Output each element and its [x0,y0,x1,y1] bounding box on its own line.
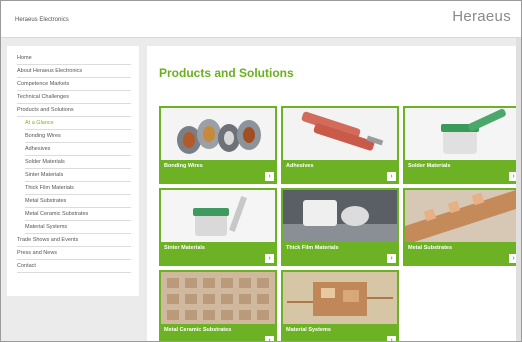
nav-item-competence-markets[interactable]: Competence Markets [17,78,131,91]
chevron-right-icon[interactable]: › [265,172,274,181]
tile-solder-materials[interactable]: Solder Materials › [403,106,521,184]
sidebar-nav: Home About Heraeus Electronics Competenc… [7,46,139,296]
brand-logo[interactable]: Heraeus [452,8,511,25]
page-title: Products and Solutions [159,66,294,80]
tile-label: Metal Substrates [408,245,453,251]
metal-substrate-strip-image [405,190,519,242]
material-system-module-image [283,272,397,324]
tile-material-systems[interactable]: Material Systems › [281,270,399,341]
nav-item-at-a-glance[interactable]: At a Glance [25,117,131,130]
nav-item-technical-challenges[interactable]: Technical Challenges [17,91,131,104]
nav-item-contact[interactable]: Contact [17,260,131,273]
nav-item-press-news[interactable]: Press and News [17,247,131,260]
sinter-paste-jar-image [161,190,275,242]
tile-adhesives[interactable]: Adhesives › [281,106,399,184]
page-header: Heraeus Electronics Heraeus [1,1,521,38]
nav-item-home[interactable]: Home [17,52,131,65]
chevron-right-icon[interactable]: › [265,254,274,263]
tile-label: Material Systems [286,327,331,333]
tile-metal-ceramic-substrates[interactable]: Metal Ceramic Substrates › [159,270,277,341]
nav-item-sinter-materials[interactable]: Sinter Materials [25,169,131,182]
tile-label: Metal Ceramic Substrates [164,327,232,333]
site-title[interactable]: Heraeus Electronics [15,17,69,23]
nav-item-solder-materials[interactable]: Solder Materials [25,156,131,169]
nav-item-metal-ceramic-substrates[interactable]: Metal Ceramic Substrates [25,208,131,221]
nav-item-thick-film-materials[interactable]: Thick Film Materials [25,182,131,195]
nav-item-trade-shows[interactable]: Trade Shows and Events [17,234,131,247]
adhesive-syringes-image [283,108,397,160]
tile-bonding-wires[interactable]: Bonding Wires › [159,106,277,184]
chevron-right-icon[interactable]: › [387,336,396,341]
nav-item-material-systems[interactable]: Material Systems [25,221,131,234]
ceramic-substrate-panel-image [161,272,275,324]
thick-film-printing-image [283,190,397,242]
nav-item-about[interactable]: About Heraeus Electronics [17,65,131,78]
main-content: Products and Solutions Bonding Wires › A… [147,46,521,341]
nav-item-products-solutions[interactable]: Products and Solutions [17,104,131,117]
nav-item-bonding-wires[interactable]: Bonding Wires [25,130,131,143]
tile-label: Thick Film Materials [286,245,339,251]
tile-label: Bonding Wires [164,163,203,169]
chevron-right-icon[interactable]: › [265,336,274,341]
nav-item-adhesives[interactable]: Adhesives [25,143,131,156]
content-area: Home About Heraeus Electronics Competenc… [1,38,521,341]
tile-sinter-materials[interactable]: Sinter Materials › [159,188,277,266]
tile-label: Adhesives [286,163,314,169]
vertical-scrollbar[interactable] [516,38,521,341]
chevron-right-icon[interactable]: › [387,254,396,263]
tile-label: Solder Materials [408,163,451,169]
tile-metal-substrates[interactable]: Metal Substrates › [403,188,521,266]
tile-thick-film-materials[interactable]: Thick Film Materials › [281,188,399,266]
chevron-right-icon[interactable]: › [387,172,396,181]
browser-frame: Heraeus Electronics Heraeus Home About H… [0,0,522,342]
nav-item-metal-substrates[interactable]: Metal Substrates [25,195,131,208]
solder-paste-jar-image [405,108,519,160]
tile-label: Sinter Materials [164,245,205,251]
bonding-wire-spools-image [161,108,275,160]
